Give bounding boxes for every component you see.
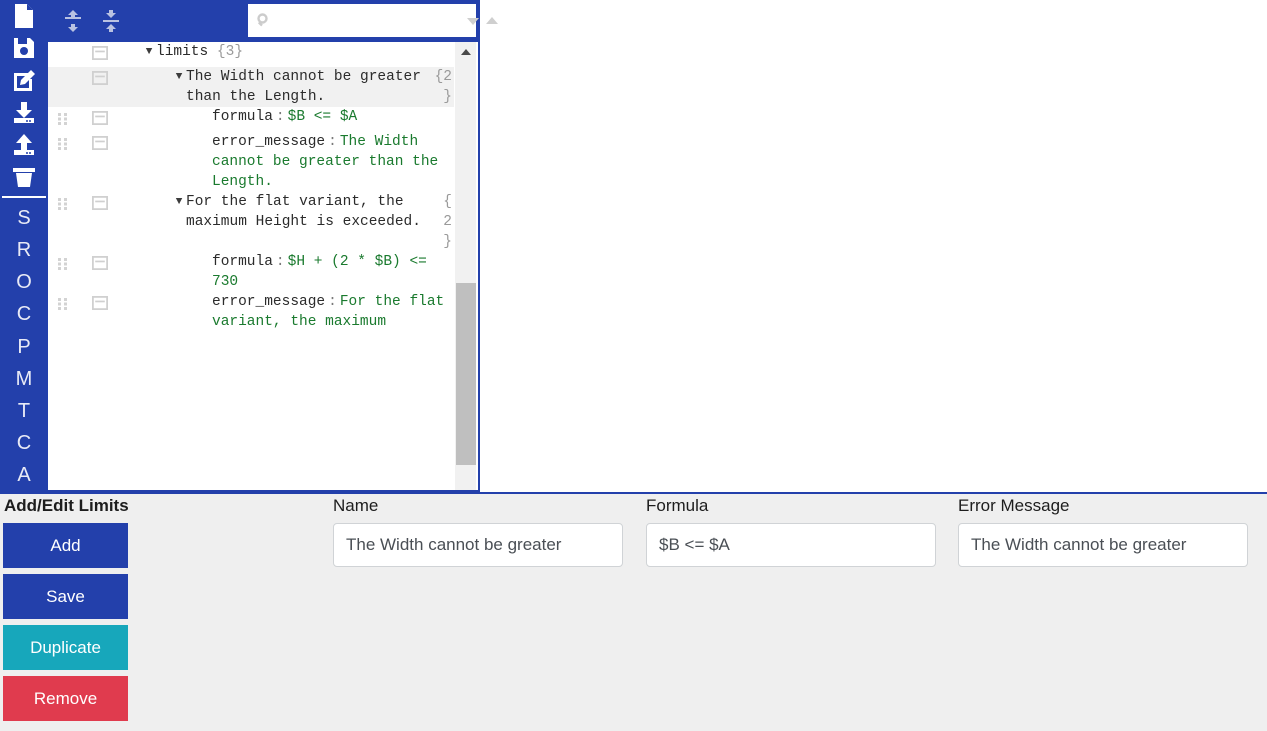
tree-node-key: formula — [212, 109, 273, 125]
drag-handle-icon[interactable] — [58, 252, 74, 277]
tree-row-content: ▼ limits {3} — [108, 42, 454, 62]
expand-caret-icon[interactable]: ▼ — [172, 68, 186, 107]
tree-node-key: error_message — [212, 134, 326, 150]
page-title: Add/Edit Limits — [4, 496, 129, 515]
name-field-group: Name — [333, 496, 623, 567]
collapse-box-icon[interactable] — [91, 45, 108, 60]
tree-row[interactable]: ▼ The Width cannot be greater than the Le… — [48, 67, 454, 107]
collapse-box-icon[interactable] — [91, 255, 108, 270]
collapse-box-icon[interactable] — [91, 295, 108, 310]
tree-node-key: error_message — [212, 294, 326, 310]
tree-rows: ▼ limits {3} ▼ The Width cannot be greater … — [48, 42, 454, 490]
left-toolbar: S R O C P M T C A — [0, 0, 48, 492]
tree-node-label: limits {3} — [156, 42, 243, 62]
error-message-field-group: Error Message — [958, 496, 1248, 567]
search-icon — [256, 12, 272, 29]
search-input[interactable] — [272, 6, 465, 35]
drag-handle-icon[interactable] — [58, 132, 74, 157]
tree-node-colon: : — [328, 294, 337, 310]
tree-row[interactable]: ▼formula:$B <= $A — [48, 107, 454, 132]
tree-row[interactable]: ▼error_message:The Width cannot be great… — [48, 132, 454, 192]
chevron-up-icon[interactable] — [484, 13, 500, 29]
save-icon[interactable] — [0, 32, 48, 64]
trash-icon[interactable] — [0, 161, 48, 193]
name-label: Name — [333, 496, 379, 515]
download-icon[interactable] — [0, 97, 48, 129]
rail-letter-a[interactable]: A — [0, 460, 48, 492]
tree-row-content: ▼ For the flat variant, the maximum Heigh… — [108, 192, 454, 252]
expand-caret-icon[interactable]: ▼ — [172, 193, 186, 252]
rail-letter-c2[interactable]: C — [0, 428, 48, 460]
tree-row-content: ▼ The Width cannot be greater than the Le… — [108, 67, 454, 107]
expand-all-icon[interactable] — [58, 6, 88, 36]
upload-icon[interactable] — [0, 129, 48, 161]
scroll-up-arrow-icon[interactable] — [455, 44, 477, 60]
tree-node-label: For the flat variant, the maximum Height… — [186, 192, 443, 252]
action-button-group: Add Save Duplicate Remove — [3, 523, 128, 727]
toolbar-divider — [2, 196, 46, 199]
collapse-box-icon[interactable] — [91, 135, 108, 150]
rail-letter-o[interactable]: O — [0, 267, 48, 299]
tree-row[interactable]: ▼ limits {3} — [48, 42, 454, 67]
tree-node-colon: : — [275, 254, 285, 270]
search-nav-group — [465, 13, 500, 29]
drag-handle-icon[interactable] — [58, 107, 74, 132]
add-button[interactable]: Add — [3, 523, 128, 568]
tree-node-brace: {2 } — [434, 69, 452, 105]
tree-node-value: $B <= $A — [287, 109, 358, 125]
tree-node-key: For the flat variant, the maximum Height… — [186, 194, 421, 230]
scrollbar-thumb[interactable] — [456, 283, 476, 465]
collapse-box-icon[interactable] — [91, 110, 108, 125]
tree-node-count: {3} — [208, 44, 244, 60]
rail-letter-c[interactable]: C — [0, 299, 48, 331]
drag-handle-icon[interactable] — [58, 192, 74, 217]
edit-icon[interactable] — [0, 64, 48, 96]
error-message-label: Error Message — [958, 496, 1070, 515]
expand-caret-icon[interactable]: ▼ — [142, 43, 156, 62]
new-file-icon[interactable] — [0, 0, 48, 32]
chevron-down-icon[interactable] — [465, 13, 481, 29]
tree-row-content: ▼error_message:For the flat variant, the… — [108, 292, 454, 332]
tree-node-colon: : — [275, 109, 285, 125]
rail-letter-p[interactable]: P — [0, 331, 48, 363]
tree-row-content: ▼formula:$H + (2 * $B) <= 730 — [108, 252, 454, 292]
tree-node-label: The Width cannot be greater than the Len… — [186, 67, 435, 107]
save-button[interactable]: Save — [3, 574, 128, 619]
drag-handle-icon[interactable] — [58, 292, 74, 317]
tree-row[interactable]: ▼error_message:For the flat variant, the… — [48, 292, 454, 332]
tree-toolbar — [48, 0, 498, 42]
collapse-box-icon[interactable] — [91, 70, 108, 85]
rail-letter-t[interactable]: T — [0, 395, 48, 427]
tree-node-colon: : — [328, 134, 337, 150]
app-root: S R O C P M T C A ▼ limits {3} ▼ The Wid… — [0, 0, 1267, 731]
tree-node-key: limits — [156, 44, 209, 60]
remove-button[interactable]: Remove — [3, 676, 128, 721]
tree-node-brace: { 2 } — [443, 194, 452, 250]
tree-row[interactable]: ▼ For the flat variant, the maximum Heigh… — [48, 192, 454, 252]
collapse-box-icon[interactable] — [91, 195, 108, 210]
error-message-input[interactable] — [958, 523, 1248, 567]
tree-node-label: formula: $B <= $A — [212, 107, 357, 127]
formula-input[interactable] — [646, 523, 936, 567]
name-input[interactable] — [333, 523, 623, 567]
collapse-all-icon[interactable] — [96, 6, 126, 36]
rail-letter-r[interactable]: R — [0, 234, 48, 266]
tree-node-key: formula — [212, 254, 273, 270]
formula-label: Formula — [646, 496, 709, 515]
tree-row-content: ▼formula:$B <= $A — [108, 107, 454, 127]
rail-letter-s[interactable]: S — [0, 202, 48, 234]
tree-node-label: error_message: For the flat variant, the … — [212, 292, 452, 332]
add-edit-limits-panel: Add/Edit Limits Add Save Duplicate Remov… — [0, 494, 1267, 731]
rail-letter-m[interactable]: M — [0, 363, 48, 395]
tree-node-key: The Width cannot be greater than the Len… — [186, 69, 430, 105]
formula-field-group: Formula — [646, 496, 936, 567]
limits-tree-panel: ▼ limits {3} ▼ The Width cannot be greater … — [48, 42, 480, 492]
tree-row[interactable]: ▼formula:$H + (2 * $B) <= 730 — [48, 252, 454, 292]
tree-node-label: formula: $H + (2 * $B) <= 730 — [212, 252, 452, 292]
search-box[interactable] — [248, 4, 498, 37]
tree-scrollbar[interactable] — [454, 42, 476, 490]
duplicate-button[interactable]: Duplicate — [3, 625, 128, 670]
tree-node-label: error_message: The Width cannot be greate… — [212, 132, 452, 192]
tree-row-content: ▼error_message:The Width cannot be great… — [108, 132, 454, 192]
